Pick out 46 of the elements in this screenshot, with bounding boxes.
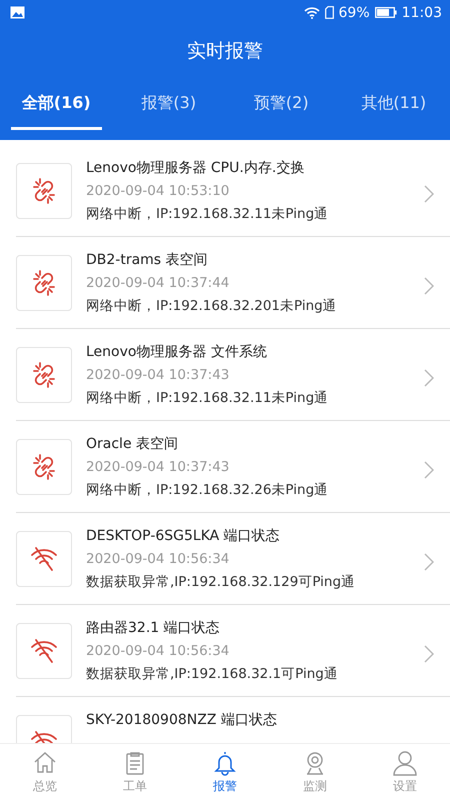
sim-card-icon [324,6,334,19]
bell-icon [212,750,238,776]
alert-time: 2020-09-04 10:56:34 [86,551,230,567]
chevron-right-icon[interactable] [424,645,434,663]
chevron-right-icon[interactable] [424,277,434,295]
person-icon [392,750,418,776]
wifi-off-icon [29,636,59,666]
nav-tab[interactable]: 设置 [360,744,450,800]
alert-time: 2020-09-04 10:53:10 [86,183,230,199]
filter-tab[interactable]: 全部(16) [0,77,112,140]
chevron-right-icon[interactable] [424,461,434,479]
wifi-icon [304,6,320,18]
home-icon [32,750,58,776]
alert-time: 2020-09-04 10:56:34 [86,643,230,659]
alert-title: Lenovo物理服务器 CPU.内存.交换 [86,159,306,177]
page-title: 实时报警 [187,39,263,64]
nav-tab[interactable]: 工单 [90,744,180,800]
alert-title: DESKTOP-6SG5LKA 端口状态 [86,527,281,545]
alert-title: Oracle 表空间 [86,435,180,453]
chevron-right-icon[interactable] [424,553,434,571]
filter-tab[interactable]: 预警(2) [225,77,338,140]
filter-tab[interactable]: 其他(11) [338,77,450,140]
alert-title: 路由器32.1 端口状态 [86,619,221,637]
chevron-right-icon[interactable] [424,185,434,203]
clock-time: 11:03 [402,4,442,20]
alert-message: 网络中断，IP:192.168.32.11未Ping通 [86,205,330,223]
alert-message: 数据获取异常,IP:192.168.32.1可Ping通 [86,665,339,683]
battery-percent: 69% [338,4,370,20]
battery-icon [374,7,397,18]
nav-tab[interactable]: 监测 [270,744,360,800]
alert-message: 网络中断，IP:192.168.32.26未Ping通 [86,481,330,499]
alert-message: 数据获取异常,IP:192.168.32.129可Ping通 [86,573,356,591]
nav-tab[interactable]: 总览 [0,744,90,800]
alert-title: DB2-trams 表空间 [86,251,209,269]
chevron-right-icon[interactable] [424,369,434,387]
alert-time: 2020-09-04 10:37:44 [86,275,230,291]
image-icon [10,6,25,19]
alert-title: Lenovo物理服务器 文件系统 [86,343,268,361]
alert-time: 2020-09-04 10:37:43 [86,459,230,475]
alert-message: 网络中断，IP:192.168.32.11未Ping通 [86,389,330,407]
alert-time: 2020-09-04 10:37:43 [86,367,230,383]
filter-tab[interactable]: 报警(3) [112,77,225,140]
alert-message: 网络中断，IP:192.168.32.201未Ping通 [86,297,338,315]
nav-tab[interactable]: 报警 [180,744,270,800]
wifi-off-icon [29,544,59,574]
alert-title: SKY-20180908NZZ 端口状态 [86,711,278,729]
